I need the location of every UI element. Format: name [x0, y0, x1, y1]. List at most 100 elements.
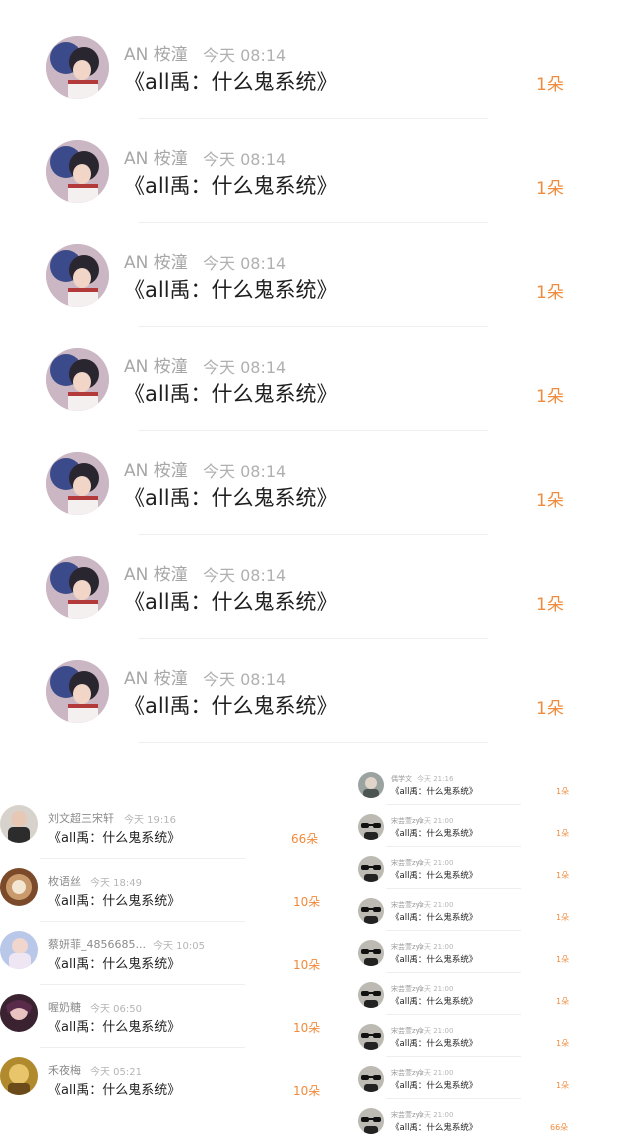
flower-count: 1朵	[556, 997, 570, 1006]
avatar[interactable]	[46, 244, 109, 307]
avatar[interactable]	[46, 556, 109, 619]
list-item[interactable]: 宋芸萱zyz 今天 21:00 《all禹：什么鬼系统》 66朵	[352, 1098, 575, 1140]
divider	[138, 742, 488, 743]
avatar[interactable]	[358, 772, 384, 798]
list-item[interactable]: AN 桉潼 今天 08:14 《all禹：什么鬼系统》 1朵	[28, 638, 583, 742]
avatar[interactable]	[358, 898, 384, 924]
list-item[interactable]: 偶学文 今天 21:16 《all禹：什么鬼系统》 1朵	[352, 762, 575, 804]
avatar[interactable]	[0, 1057, 38, 1095]
list-item[interactable]: 枚语丝 今天 18:49 《all禹：什么鬼系统》 10朵	[0, 853, 335, 916]
list-item[interactable]: AN 桉潼 今天 08:14 《all禹：什么鬼系统》 1朵	[28, 118, 583, 222]
timestamp: 今天 21:16	[417, 775, 454, 783]
work-title[interactable]: 《all禹：什么鬼系统》	[124, 66, 338, 96]
timestamp: 今天 21:00	[417, 1069, 454, 1077]
work-title[interactable]: 《all禹：什么鬼系统》	[48, 953, 180, 972]
list-item[interactable]: 宋芸萱zyz 今天 21:00 《all禹：什么鬼系统》 1朵	[352, 930, 575, 972]
avatar[interactable]	[0, 868, 38, 906]
avatar[interactable]	[0, 805, 38, 843]
avatar[interactable]	[358, 1024, 384, 1050]
flower-count: 66朵	[550, 1123, 569, 1132]
avatar[interactable]	[358, 856, 384, 882]
avatar[interactable]	[0, 931, 38, 969]
flower-count: 1朵	[536, 387, 564, 407]
sender-name: AN 桉潼	[124, 565, 188, 585]
avatar[interactable]	[358, 982, 384, 1008]
sender-name: AN 桉潼	[124, 461, 188, 481]
list-item[interactable]: AN 桉潼 今天 08:14 《all禹：什么鬼系统》 1朵	[28, 326, 583, 430]
work-title[interactable]: 《all禹：什么鬼系统》	[48, 1079, 180, 1098]
timestamp: 今天 08:14	[203, 358, 287, 377]
avatar[interactable]	[46, 660, 109, 723]
avatar[interactable]	[46, 348, 109, 411]
flower-count: 10朵	[293, 1021, 321, 1035]
work-title[interactable]: 《all禹：什么鬼系统》	[124, 482, 338, 512]
avatar[interactable]	[358, 1108, 384, 1134]
work-title[interactable]: 《all禹：什么鬼系统》	[391, 827, 477, 839]
list-item[interactable]: 蔡妍菲_4856685... 今天 10:05 《all禹：什么鬼系统》 10朵	[0, 916, 335, 979]
avatar[interactable]	[46, 452, 109, 515]
timestamp: 今天 21:00	[417, 901, 454, 909]
flower-count: 1朵	[556, 913, 570, 922]
work-title[interactable]: 《all禹：什么鬼系统》	[124, 586, 338, 616]
work-title[interactable]: 《all禹：什么鬼系统》	[48, 827, 180, 846]
list-item[interactable]: 宋芸萱zyz 今天 21:00 《all禹：什么鬼系统》 1朵	[352, 846, 575, 888]
list-item[interactable]: 禾夜梅 今天 05:21 《all禹：什么鬼系统》 10朵	[0, 1042, 335, 1105]
work-title[interactable]: 《all禹：什么鬼系统》	[48, 890, 180, 909]
avatar[interactable]	[0, 994, 38, 1032]
work-title[interactable]: 《all禹：什么鬼系统》	[124, 170, 338, 200]
sender-name: AN 桉潼	[124, 357, 188, 377]
work-title[interactable]: 《all禹：什么鬼系统》	[391, 995, 477, 1007]
list-item[interactable]: AN 桉潼 今天 08:14 《all禹：什么鬼系统》 1朵	[28, 14, 583, 118]
list-item[interactable]: AN 桉潼 今天 08:14 《all禹：什么鬼系统》 1朵	[28, 534, 583, 638]
work-title[interactable]: 《all禹：什么鬼系统》	[391, 911, 477, 923]
avatar[interactable]	[358, 940, 384, 966]
list-item[interactable]: 宋芸萱zyz 今天 21:00 《all禹：什么鬼系统》 1朵	[352, 804, 575, 846]
sender-name: 枚语丝	[48, 875, 81, 888]
timestamp: 今天 08:14	[203, 462, 287, 481]
flower-count: 1朵	[556, 787, 570, 796]
work-title[interactable]: 《all禹：什么鬼系统》	[391, 1037, 477, 1049]
timestamp: 今天 08:14	[203, 254, 287, 273]
flower-count: 1朵	[536, 283, 564, 303]
list-item[interactable]: 喔奶糖 今天 06:50 《all禹：什么鬼系统》 10朵	[0, 979, 335, 1042]
avatar[interactable]	[46, 36, 109, 99]
sender-name: AN 桉潼	[124, 253, 188, 273]
timestamp: 今天 08:14	[203, 46, 287, 65]
avatar[interactable]	[46, 140, 109, 203]
work-title[interactable]: 《all禹：什么鬼系统》	[391, 1121, 477, 1133]
flower-count: 1朵	[536, 699, 564, 719]
work-title[interactable]: 《all禹：什么鬼系统》	[391, 953, 477, 965]
sender-name: AN 桉潼	[124, 669, 188, 689]
work-title[interactable]: 《all禹：什么鬼系统》	[391, 869, 477, 881]
work-title[interactable]: 《all禹：什么鬼系统》	[124, 690, 338, 720]
timestamp: 今天 08:14	[203, 566, 287, 585]
sender-name: 偶学文	[391, 775, 412, 783]
list-item[interactable]: 宋芸萱zyz 今天 21:00 《all禹：什么鬼系统》 1朵	[352, 1014, 575, 1056]
flower-count: 1朵	[556, 871, 570, 880]
work-title[interactable]: 《all禹：什么鬼系统》	[124, 274, 338, 304]
work-title[interactable]: 《all禹：什么鬼系统》	[391, 1079, 477, 1091]
list-item[interactable]: 宋芸萱zyz 今天 21:00 《all禹：什么鬼系统》 1朵	[352, 972, 575, 1014]
timestamp: 今天 08:14	[203, 670, 287, 689]
list-item[interactable]: AN 桉潼 今天 08:14 《all禹：什么鬼系统》 1朵	[28, 430, 583, 534]
list-item[interactable]: AN 桉潼 今天 08:14 《all禹：什么鬼系统》 1朵	[28, 222, 583, 326]
timestamp: 今天 21:00	[417, 943, 454, 951]
timestamp: 今天 21:00	[417, 985, 454, 993]
flower-count: 10朵	[293, 895, 321, 909]
work-title[interactable]: 《all禹：什么鬼系统》	[124, 378, 338, 408]
avatar[interactable]	[358, 814, 384, 840]
work-title[interactable]: 《all禹：什么鬼系统》	[48, 1016, 180, 1035]
list-item[interactable]: 宋芸萱zyz 今天 21:00 《all禹：什么鬼系统》 1朵	[352, 888, 575, 930]
avatar[interactable]	[358, 1066, 384, 1092]
list-item[interactable]: 宋芸萱zyz 今天 21:00 《all禹：什么鬼系统》 1朵	[352, 1056, 575, 1098]
sender-name: 禾夜梅	[48, 1064, 81, 1077]
timestamp: 今天 21:00	[417, 1027, 454, 1035]
work-title[interactable]: 《all禹：什么鬼系统》	[391, 785, 477, 797]
list-item[interactable]: 刘文超三宋轩 今天 19:16 《all禹：什么鬼系统》 66朵	[0, 790, 335, 853]
flower-count: 1朵	[536, 595, 564, 615]
flower-count: 1朵	[556, 1081, 570, 1090]
timestamp: 今天 10:05	[153, 941, 205, 952]
sender-name: 蔡妍菲_4856685...	[48, 938, 146, 951]
sender-name: AN 桉潼	[124, 45, 188, 65]
timestamp: 今天 21:00	[417, 817, 454, 825]
